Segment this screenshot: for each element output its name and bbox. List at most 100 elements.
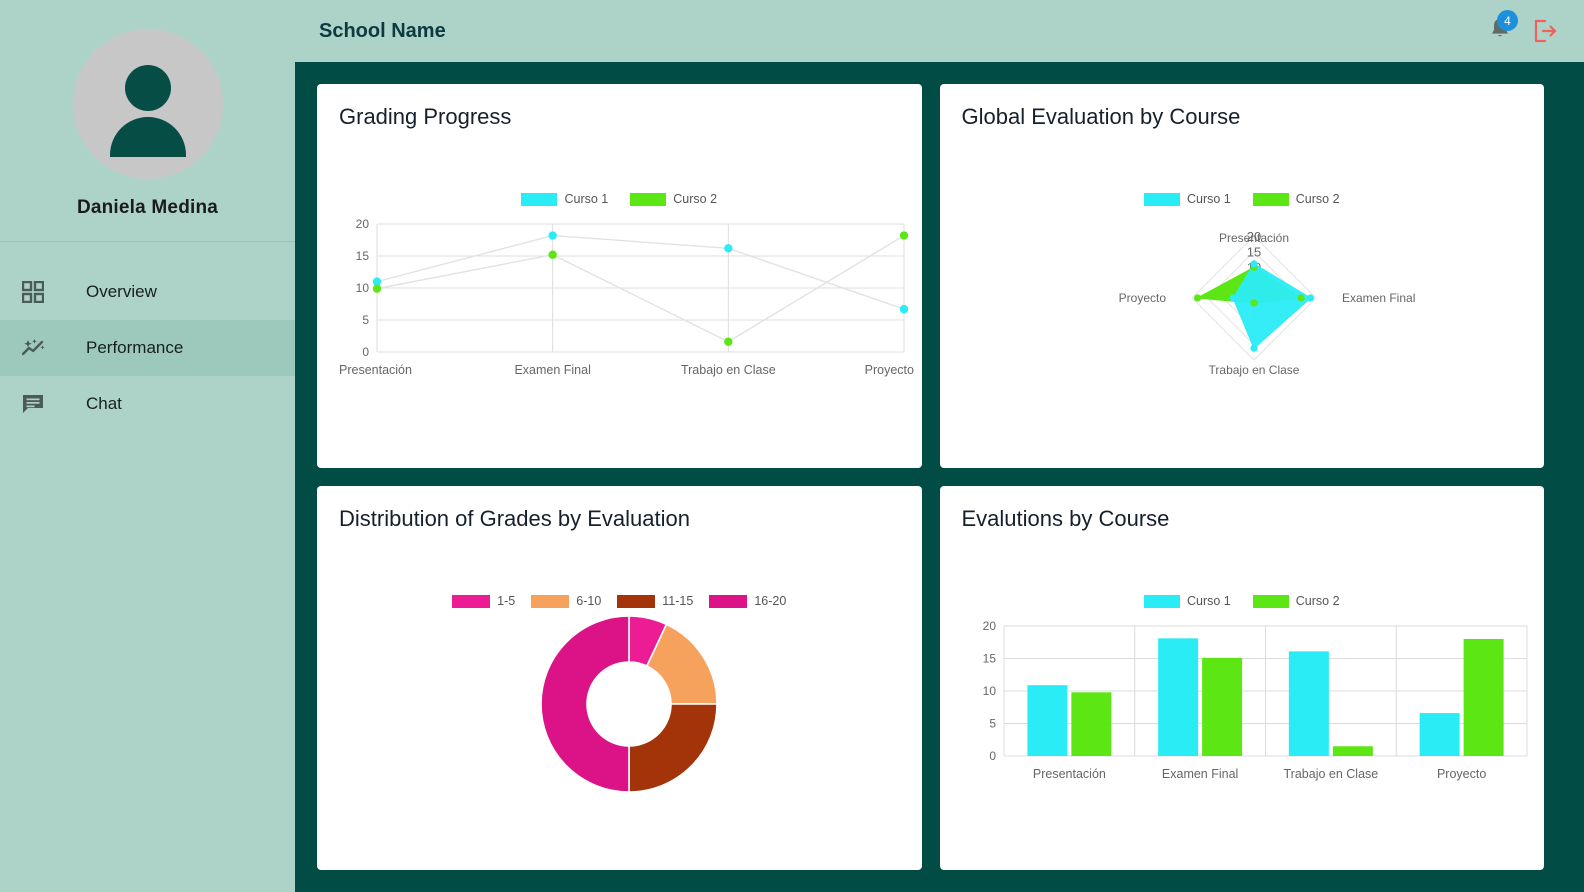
legend-label: Curso 2 [1295,594,1340,608]
x-tick-label: Proyecto [865,363,914,377]
person-icon-head [124,64,171,111]
legend-item[interactable]: Curso 2 [1252,192,1340,206]
sidebar-item-chat[interactable]: Chat [0,376,295,432]
sidebar-item-label: Overview [86,282,157,301]
radar-axis-label: Presentación [1218,231,1288,245]
x-tick-label: Presentación [339,363,412,377]
data-point [548,250,557,259]
data-point [1249,260,1258,268]
legend-item[interactable]: 11-15 [617,594,693,608]
sidebar-item-label: Performance [86,338,184,357]
data-point [899,304,909,314]
legend-label: Curso 2 [673,192,718,206]
bar-chart: Curso 1 Curso 2 0 5 10 15 20 Presentación Exam… [962,594,1527,794]
grid-icon [22,278,56,306]
app-root: Daniela Medina Overview Performance Chat… [0,0,1584,892]
legend-item[interactable]: 1-5 [452,594,515,608]
r-tick-label: 15 [1246,245,1260,260]
data-point [1297,294,1305,302]
legend-item[interactable]: Curso 1 [1143,192,1231,206]
data-point [1229,294,1237,302]
legend-item[interactable]: Curso 2 [630,192,717,206]
y-tick-label: 10 [982,684,996,698]
sidebar-item-overview[interactable]: Overview [0,264,295,320]
radar-chart: Curso 1 Curso 2 201510PresentaciónExamen… [962,192,1523,388]
legend-label: Curso 1 [1186,192,1231,206]
legend-label: 1-5 [497,594,516,608]
y-tick-label: 5 [989,717,996,731]
legend-swatch [531,594,570,608]
series-line [376,234,905,343]
sparkle-chart-icon [22,334,56,362]
data-point [1193,294,1201,302]
card-global-evaluation: Global Evaluation by Course Curso 1 Curs… [939,84,1544,468]
notifications-button[interactable]: 4 [1488,10,1518,46]
y-tick-label: 20 [982,619,996,633]
data-point [548,231,557,240]
dashboard-grid: Grading Progress Curso 1 Curso 2 0 5 10 15 2… [295,62,1584,892]
logout-icon [1534,19,1557,43]
radar-axis-label: Examen Final [1342,291,1415,305]
data-point [724,337,733,346]
legend-swatch [521,192,558,206]
donut-chart-svg [540,615,718,793]
bar [1332,746,1373,756]
legend-swatch [1143,192,1180,206]
y-tick-label: 0 [362,345,369,359]
card-distribution: Distribution of Grades by Evaluation 1-5… [317,486,922,870]
legend-label: Curso 2 [1295,192,1340,206]
chart-legend: 1-5 6-10 11-15 16-20 [339,594,900,608]
pie-slice [628,703,718,793]
topbar-actions: 4 [1488,10,1558,46]
sidebar-item-label: Chat [86,394,122,413]
chart-legend: Curso 1 Curso 2 [962,594,1523,608]
y-tick-label: 20 [356,217,370,231]
radar-chart-svg: 201510PresentaciónExamen FinalTrabajo en… [1118,229,1415,377]
sidebar-nav: Overview Performance Chat [0,242,295,432]
legend-swatch [452,594,491,608]
card-title: Global Evaluation by Course [961,104,1241,129]
topbar: School Name 4 [295,0,1584,62]
donut-chart: 1-5 6-10 11-15 16-20 [339,594,900,802]
bar [1288,651,1329,756]
x-tick-label: Trabajo en Clase [681,363,776,377]
logout-button[interactable] [1532,18,1558,44]
chat-bubble-icon [22,390,56,418]
x-tick-label: Examen Final [1161,767,1237,781]
sidebar: Daniela Medina Overview Performance Chat [0,0,295,892]
legend-label: 11-15 [662,594,694,608]
legend-label: Curso 1 [564,192,609,206]
data-point [1249,344,1258,352]
x-tick-label: Trabajo en Clase [1283,767,1378,781]
x-tick-label: Presentación [1032,767,1105,781]
person-icon-body [109,116,186,157]
legend-swatch [1252,594,1289,608]
y-tick-label: 15 [356,249,370,263]
legend-label: 16-20 [754,594,787,608]
profile-section: Daniela Medina [0,0,295,242]
data-point [724,244,733,253]
legend-item[interactable]: Curso 2 [1252,594,1340,608]
data-point [899,231,909,240]
legend-swatch [1252,192,1289,206]
legend-item[interactable]: 6-10 [531,594,601,608]
legend-item[interactable]: Curso 1 [1143,594,1231,608]
y-tick-label: 15 [982,652,996,666]
legend-label: Curso 1 [1186,594,1231,608]
legend-item[interactable]: Curso 1 [521,192,608,206]
card-title: Distribution of Grades by Evaluation [339,506,690,531]
legend-swatch [630,192,667,206]
legend-swatch [709,594,748,608]
card-evaluations: Evalutions by Course Curso 1 Curso 2 0 5 1… [939,486,1544,870]
bar [1419,713,1460,756]
bar [1070,692,1111,756]
bar [1201,657,1242,756]
page-title: School Name [319,19,446,42]
bar-chart-svg: 0 5 10 15 20 Presentación Examen Final Trabajo … [982,619,1527,781]
radar-axis-label: Trabajo en Clase [1208,363,1299,377]
chart-legend: Curso 1 Curso 2 [339,192,900,206]
card-grading-progress: Grading Progress Curso 1 Curso 2 0 5 10 15 2… [317,84,922,468]
card-title: Grading Progress [339,104,512,129]
sidebar-item-performance[interactable]: Performance [0,320,295,376]
legend-item[interactable]: 16-20 [709,594,786,608]
